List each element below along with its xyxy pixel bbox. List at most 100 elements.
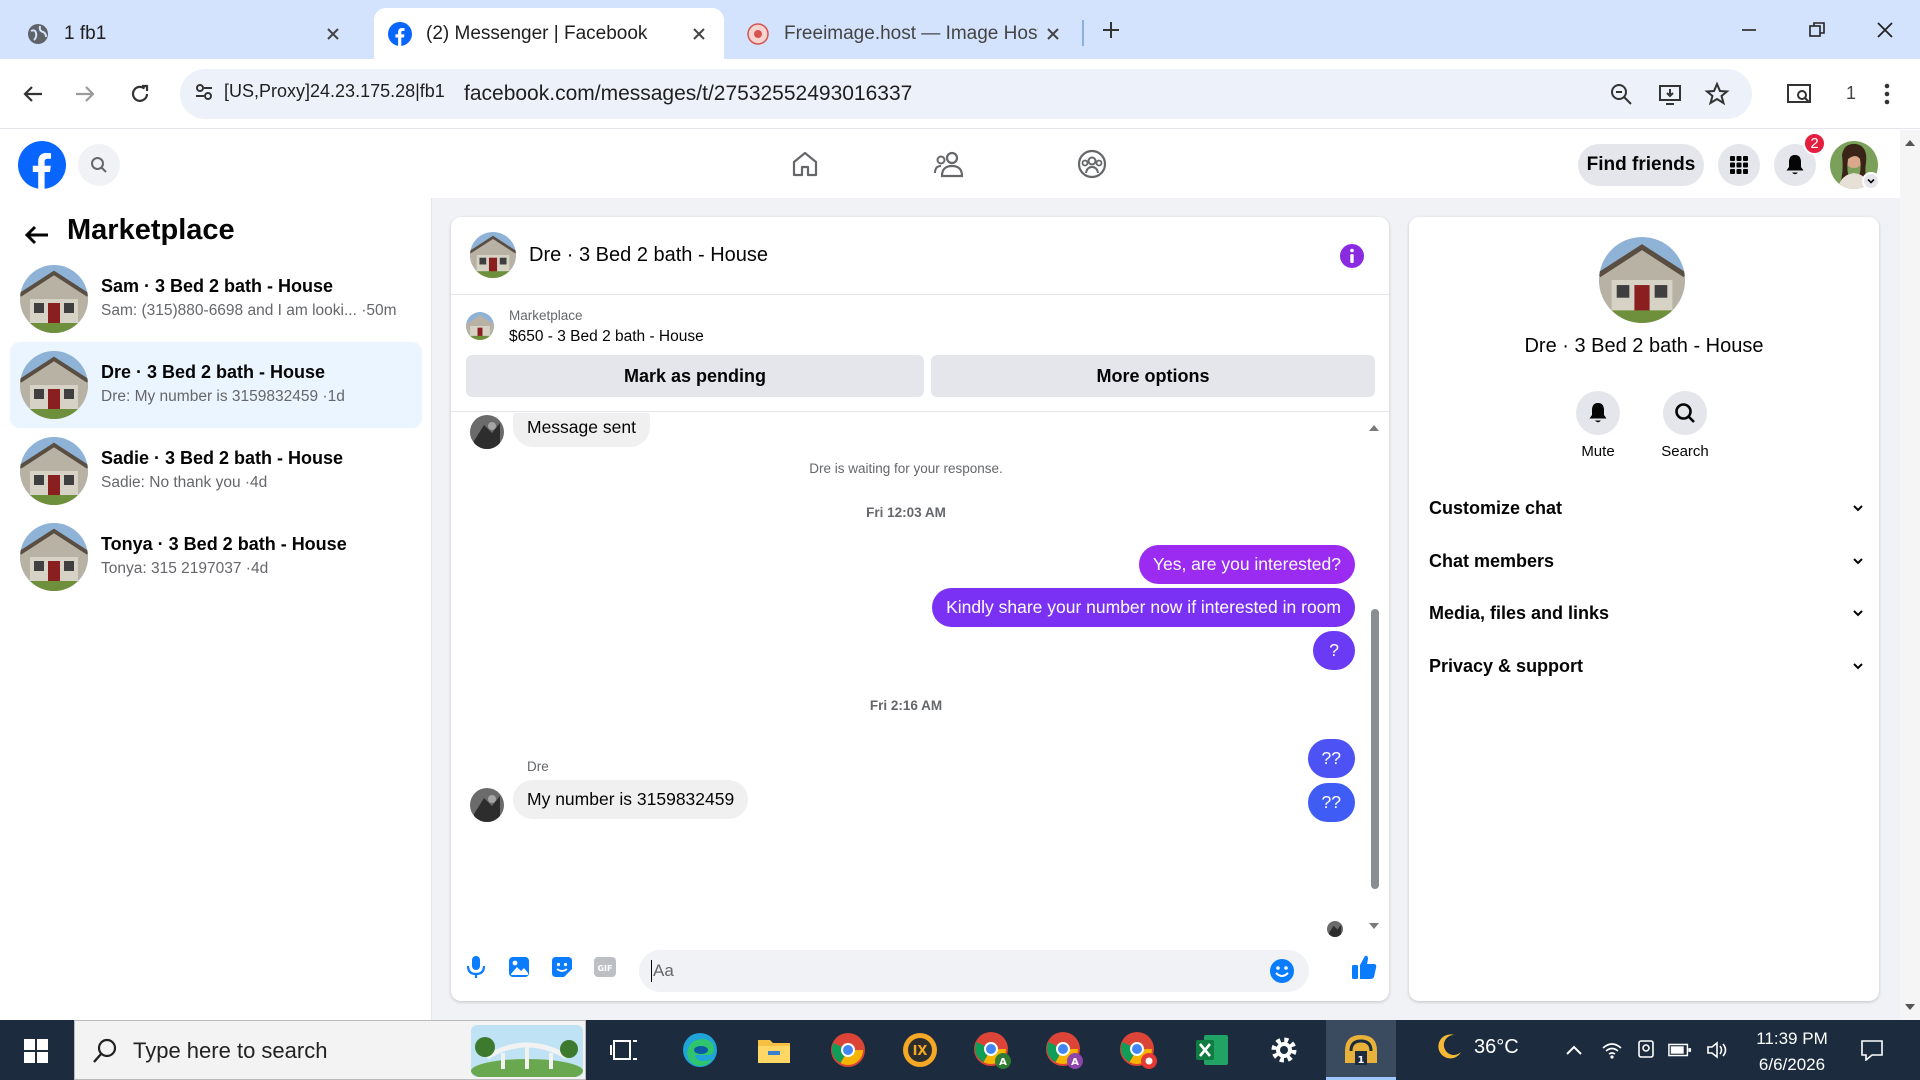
taskbar-search-box[interactable]: Type here to search [74,1020,586,1080]
weather-widget[interactable]: 36°C [1434,1032,1519,1062]
browser-menu-icon[interactable] [1868,75,1906,113]
groups-icon[interactable] [1072,144,1112,184]
chrome-profile-c-icon[interactable] [1116,1028,1160,1072]
chrome-profile-b-icon[interactable]: A [1042,1028,1086,1072]
search-label: Search [1661,443,1709,460]
zoom-icon[interactable] [1608,81,1634,107]
volume-icon[interactable] [1706,1038,1730,1062]
action-center-icon[interactable] [1858,1036,1886,1064]
menu-grid-button[interactable] [1718,144,1760,186]
home-icon[interactable] [785,144,825,184]
forward-button[interactable] [66,75,104,113]
conversation-title: Dre · 3 Bed 2 bath - House [101,362,326,382]
taskbar-clock[interactable]: 11:39 PM 6/6/2026 [1742,1026,1842,1078]
excel-icon[interactable] [1190,1028,1234,1072]
microphone-icon[interactable] [463,954,489,980]
marketplace-sidebar: Marketplace Sam · 3 Bed 2 bath - House S… [0,198,432,1020]
settings-gear-icon[interactable] [1262,1028,1306,1072]
chevron-down-icon [1851,606,1865,620]
info-thumbnail[interactable] [1599,237,1685,323]
conversation-item-sam[interactable]: Sam · 3 Bed 2 bath - House Sam: (315)880… [10,256,422,342]
conversation-item-sadie[interactable]: Sadie · 3 Bed 2 bath - House Sadie: No t… [10,428,422,514]
close-tab-icon[interactable] [318,19,348,49]
battery-icon[interactable] [1668,1038,1692,1062]
media-files-links-row[interactable]: Media, files and links [1429,593,1865,633]
browser-tab-freeimage[interactable]: Freeimage.host — Image Hosting [732,8,1078,59]
browser-tab-messenger[interactable]: (2) Messenger | Facebook [374,8,724,59]
file-explorer-icon[interactable] [752,1028,796,1072]
listing-bar: Marketplace $650 - 3 Bed 2 bath - House … [451,296,1389,412]
mute-button[interactable]: Mute [1553,391,1643,460]
chrome-icon[interactable] [826,1028,870,1072]
svg-text:IX: IX [913,1044,928,1059]
chat-title[interactable]: Dre · 3 Bed 2 bath - House [529,244,768,267]
emoji-icon[interactable] [1269,958,1295,984]
facebook-logo-icon[interactable] [18,141,66,189]
chat-members-row[interactable]: Chat members [1429,541,1865,581]
wifi-icon[interactable] [1600,1038,1624,1062]
url-text[interactable]: facebook.com/messages/t/2753255249301633… [464,82,912,106]
fb-search-button[interactable] [78,144,120,186]
customize-chat-row[interactable]: Customize chat [1429,488,1865,528]
page-scrollbar[interactable] [1900,130,1920,1020]
new-tab-button[interactable] [1086,10,1136,50]
bookmark-star-icon[interactable] [1704,81,1730,107]
bell-icon [1576,391,1620,435]
chat-header-thumbnail[interactable] [470,232,516,278]
listing-title[interactable]: $650 - 3 Bed 2 bath - House [509,328,704,346]
find-friends-button[interactable]: Find friends [1578,144,1704,186]
minimize-button[interactable] [1724,10,1774,50]
sticker-icon[interactable] [549,954,575,980]
conversation-item-dre[interactable]: Dre · 3 Bed 2 bath - House Dre: My numbe… [10,342,422,428]
privacy-support-row[interactable]: Privacy & support [1429,646,1865,686]
chat-header: Dre · 3 Bed 2 bath - House [451,217,1389,295]
ixbrowser-icon[interactable]: IX [898,1028,942,1072]
restore-button[interactable] [1792,10,1842,50]
meet-now-icon[interactable] [1634,1038,1658,1062]
active-app-highlight[interactable]: 1 [1326,1020,1396,1080]
address-bar[interactable]: [US,Proxy]24.23.175.28|fb1 facebook.com/… [180,69,1752,119]
more-options-button[interactable]: More options [931,355,1375,397]
temperature: 36°C [1474,1035,1519,1058]
extension-count[interactable]: 1 [1846,83,1856,104]
message-composer: GIF Aa [451,941,1389,1001]
windows-start-icon[interactable] [14,1034,58,1068]
browser-tab-fb1[interactable]: 1 fb1 [12,8,358,59]
reload-button[interactable] [121,75,159,113]
tune-icon [194,82,214,102]
timestamp: Fri 12:03 AM [866,505,946,520]
message-input[interactable]: Aa [639,950,1309,992]
freeimage-favicon-icon [746,22,770,46]
info-icon[interactable] [1339,243,1365,269]
friends-icon[interactable] [929,144,969,184]
scrollbar-thumb[interactable] [1371,609,1379,889]
close-window-button[interactable] [1860,10,1910,50]
section-label: Media, files and links [1429,602,1610,623]
account-chevron-icon[interactable] [1862,172,1880,190]
tab-title: (2) Messenger | Facebook [426,22,648,44]
conversation-item-tonya[interactable]: Tonya · 3 Bed 2 bath - House Tonya: 315 … [10,514,422,600]
edge-browser-icon[interactable] [678,1028,722,1072]
mark-as-pending-button[interactable]: Mark as pending [466,355,924,397]
chrome-profile-a-icon[interactable]: A [970,1028,1014,1072]
gif-icon[interactable]: GIF [592,954,618,980]
back-arrow-icon[interactable] [20,218,54,252]
contact-avatar[interactable] [470,788,504,822]
search-in-chat-button[interactable]: Search [1640,391,1730,460]
text-caret [651,960,652,982]
task-view-icon[interactable] [602,1028,646,1072]
chevron-up-icon[interactable] [1562,1038,1586,1062]
install-app-icon[interactable] [1657,81,1683,107]
photo-icon[interactable] [506,954,532,980]
listing-thumbnail[interactable] [466,312,494,340]
site-info-chip[interactable]: [US,Proxy]24.23.175.28|fb1 [194,81,445,102]
grid-menu-icon [1729,155,1749,175]
back-button[interactable] [14,75,52,113]
message-bubble-out: Kindly share your number now if interest… [932,588,1355,627]
tab-title: 1 fb1 [64,22,107,44]
thumbs-up-icon[interactable] [1349,952,1379,982]
reading-mode-icon[interactable] [1780,75,1818,113]
message-thread[interactable]: Message sent Dre is waiting for your res… [451,413,1389,941]
close-tab-icon[interactable] [1038,19,1068,49]
close-tab-icon[interactable] [684,19,714,49]
